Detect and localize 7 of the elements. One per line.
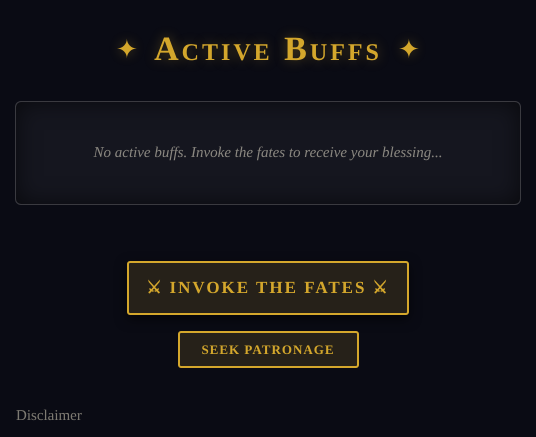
patronage-button[interactable]: SEEK PATRONAGE — [178, 331, 358, 368]
sparkle-icon: ✦ — [116, 37, 138, 63]
page-title: Active Buffs — [154, 33, 382, 67]
sparkle-icon: ✦ — [398, 37, 420, 63]
disclaimer-link[interactable]: Disclaimer — [16, 408, 82, 424]
invoke-button[interactable]: ⚔ INVOKE THE FATES ⚔ — [127, 261, 409, 315]
empty-message: No active buffs. Invoke the fates to receive your blessing... — [94, 144, 442, 163]
